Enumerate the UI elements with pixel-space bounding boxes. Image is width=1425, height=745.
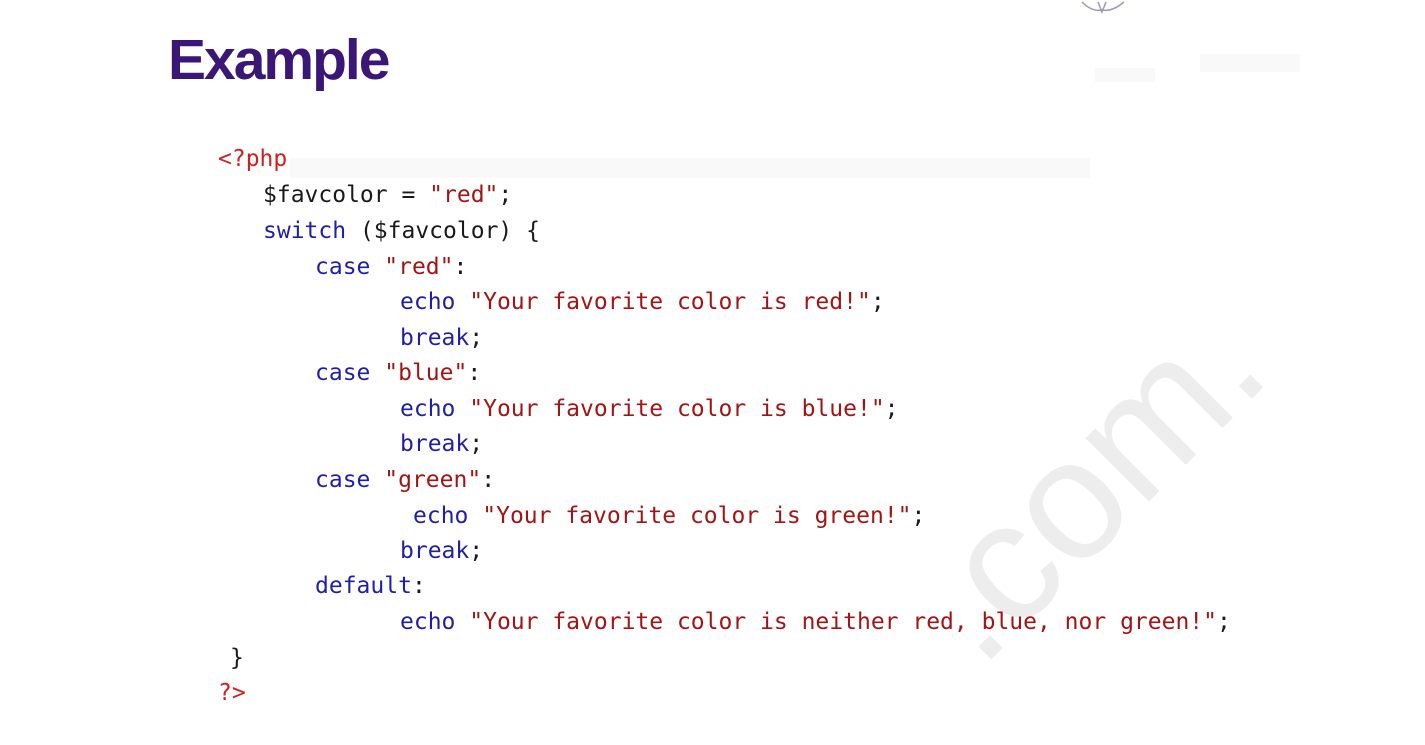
code-keyword: default — [315, 573, 412, 599]
code-punct: ; — [870, 289, 885, 315]
code-punct: ; — [469, 325, 484, 351]
code-string: "blue" — [384, 360, 468, 386]
code-line-15: } — [230, 647, 244, 670]
code-keyword: echo — [400, 609, 456, 635]
code-line-10: case "green": — [315, 469, 495, 492]
code-block: <?php $favcolor = "red"; switch ($favcol… — [0, 0, 1425, 745]
code-line-4: case "red": — [315, 256, 467, 279]
code-punct: : — [453, 254, 468, 280]
code-line-8: echo "Your favorite color is blue!"; — [400, 398, 899, 421]
code-punct: ; — [1217, 609, 1231, 635]
code-punct: : — [467, 360, 482, 386]
code-line-7: case "blue": — [315, 362, 481, 385]
code-keyword: case — [315, 254, 371, 280]
code-punct: ; — [498, 182, 513, 208]
code-punct: ; — [469, 431, 484, 457]
code-line-16: ?> — [218, 682, 246, 705]
code-keyword: echo — [400, 289, 456, 315]
code-line-9: break; — [400, 433, 483, 456]
code-line-13: default: — [315, 575, 426, 598]
code-string: "green" — [384, 467, 482, 493]
code-line-14: echo "Your favorite color is neither red… — [400, 611, 1231, 634]
code-string: "Your favorite color is neither red, blu… — [469, 609, 1217, 635]
code-string: "Your favorite color is blue!" — [469, 396, 885, 422]
code-line-11: echo "Your favorite color is green!"; — [413, 505, 925, 528]
code-string: "red" — [429, 182, 499, 208]
code-keyword: break — [400, 431, 470, 457]
code-keyword: switch — [263, 218, 347, 244]
code-punct: ; — [911, 503, 926, 529]
code-text: ($favcolor) { — [346, 218, 540, 244]
code-keyword: echo — [413, 503, 469, 529]
code-punct: ; — [884, 396, 899, 422]
php-open-tag: <?php — [218, 146, 288, 172]
code-keyword: break — [400, 538, 470, 564]
code-brace: } — [230, 645, 244, 671]
code-line-3: switch ($favcolor) { — [263, 220, 540, 243]
code-punct: : — [481, 467, 496, 493]
code-op: = — [387, 182, 430, 208]
code-keyword: case — [315, 360, 371, 386]
slide: Example <?php $favcolor = "red"; switch … — [0, 0, 1425, 745]
code-string: "Your favorite color is red!" — [469, 289, 871, 315]
php-close-tag: ?> — [218, 680, 246, 706]
code-punct: ; — [469, 538, 484, 564]
code-keyword: break — [400, 325, 470, 351]
code-keyword: case — [315, 467, 371, 493]
code-line-1: <?php — [218, 148, 287, 171]
code-var: $favcolor — [263, 182, 388, 208]
code-line-12: break; — [400, 540, 483, 563]
code-string: "Your favorite color is green!" — [482, 503, 912, 529]
code-punct: : — [411, 573, 426, 599]
code-line-2: $favcolor = "red"; — [263, 184, 512, 207]
code-keyword: echo — [400, 396, 456, 422]
code-line-5: echo "Your favorite color is red!"; — [400, 291, 885, 314]
code-line-6: break; — [400, 327, 483, 350]
code-string: "red" — [384, 254, 454, 280]
